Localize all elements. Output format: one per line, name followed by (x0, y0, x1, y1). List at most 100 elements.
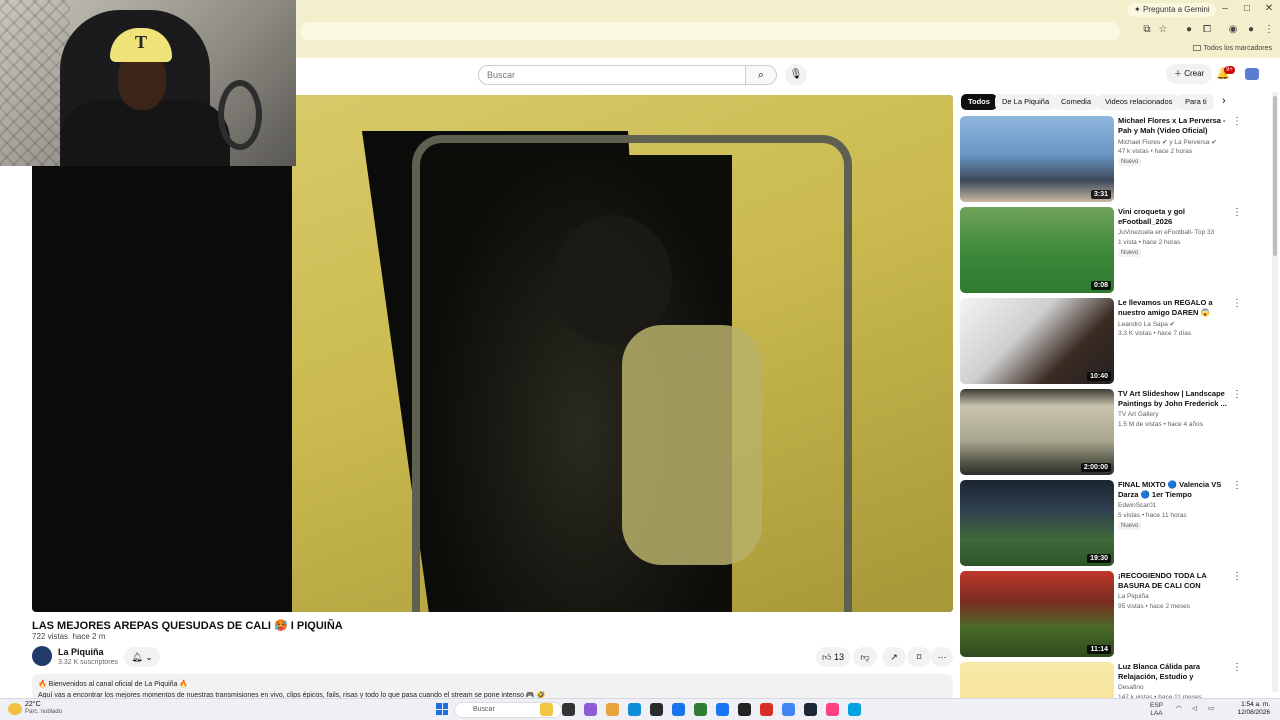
clock-time: 1:54 a. m. (1241, 701, 1270, 708)
taskbar-app-icon[interactable] (826, 703, 839, 716)
recommended-video[interactable]: 2:00:00 TV Art Slideshow | Landscape Pain… (960, 389, 1250, 477)
language-indicator[interactable]: ESP LAA (1150, 702, 1163, 718)
video-thumbnail[interactable]: 11:14 (960, 571, 1114, 657)
cast-icon[interactable]: ⧉ (1140, 24, 1154, 35)
taskbar-app-icon[interactable] (848, 703, 861, 716)
weather-icon[interactable] (8, 703, 22, 715)
extension-icon[interactable]: ● (1182, 24, 1196, 35)
recommended-video[interactable]: 10:40 Le llevamos un REGALO a nuestro ami… (960, 298, 1250, 386)
recommended-channel[interactable]: Desafino (1118, 684, 1144, 691)
more-vertical-icon[interactable]: ⋮ (1232, 480, 1242, 491)
more-vertical-icon[interactable]: ⋮ (1232, 298, 1242, 309)
more-vertical-icon[interactable]: ⋮ (1232, 662, 1242, 673)
recommended-video[interactable]: 19:30 FINAL MIXTO 🔵 Valencia VS Darza 🔵 1… (960, 480, 1250, 568)
taskbar-app-icon[interactable] (606, 703, 619, 716)
dislike-button[interactable]: 👎︎ (853, 647, 877, 667)
more-vertical-icon[interactable]: ⋮ (1232, 116, 1242, 127)
search-button[interactable]: ⌕ (745, 65, 777, 85)
chip-4[interactable]: Para ti (1178, 94, 1214, 110)
avatar[interactable]: ● (1244, 24, 1258, 35)
more-vertical-icon[interactable]: ⋮ (1232, 207, 1242, 218)
profile-icon[interactable]: ◉ (1226, 24, 1240, 35)
volume-icon[interactable]: ◁ (1192, 705, 1197, 713)
recommended-title[interactable]: FINAL MIXTO 🔵 Valencia VS Darza 🔵 1er Ti… (1118, 480, 1230, 500)
recommended-channel[interactable]: TV Art Gallery (1118, 411, 1158, 418)
chevron-right-icon[interactable]: › (1222, 95, 1226, 107)
recommended-channel[interactable]: Leandro La Sapa ✔ (1118, 320, 1175, 328)
recommended-title[interactable]: TV Art Slideshow | Landscape Paintings b… (1118, 389, 1230, 409)
minimize-button[interactable]: – (1218, 3, 1232, 14)
recommended-title[interactable]: Le llevamos un REGALO a nuestro amigo DA… (1118, 298, 1230, 318)
subscription-bell-button[interactable]: 🔔︎ ⌄ (124, 647, 160, 667)
chip-0[interactable]: Todos (961, 94, 997, 110)
description-line: 🔥 Bienvenidos al canal oficial de La Piq… (38, 681, 189, 688)
chip-2[interactable]: Comedia (1054, 94, 1099, 110)
taskbar-app-icon[interactable] (540, 703, 553, 716)
browser-menu-icon[interactable]: ⋮ (1262, 24, 1276, 35)
like-button[interactable]: 👍︎ 13 (816, 647, 850, 667)
video-thumbnail[interactable]: 2:00:00 (960, 389, 1114, 475)
maximize-button[interactable]: □ (1240, 3, 1254, 14)
more-vertical-icon[interactable]: ⋮ (1232, 389, 1242, 400)
video-thumbnail[interactable]: 19:30 (960, 480, 1114, 566)
microphone-icon: 🎙 (789, 69, 803, 80)
search-input[interactable] (478, 65, 746, 85)
recommended-stats: 47 k vistas • hace 2 horas (1118, 148, 1193, 155)
video-title: LAS MEJORES AREPAS QUESUDAS DE CALI 🥵 I … (32, 620, 343, 632)
close-window-button[interactable]: ✕ (1262, 3, 1276, 14)
video-thumbnail[interactable]: 3:31 (960, 116, 1114, 202)
chip-3[interactable]: Videos relacionados (1098, 94, 1180, 110)
bell-icon: 🔔︎ (131, 652, 143, 662)
address-bar[interactable] (300, 22, 1120, 40)
all-bookmarks-button[interactable]: Todos los marcadores (1192, 45, 1272, 52)
recommended-stats: 1 vista • hace 2 horas (1118, 239, 1181, 246)
taskbar-app-icon[interactable] (782, 703, 795, 716)
taskbar-app-icon[interactable] (672, 703, 685, 716)
recommended-video[interactable]: 11:14 ¡RECOGIENDO TODA LA BASURA DE CALI … (960, 571, 1250, 659)
recommended-video[interactable]: 0:08 Vini croqueta y gol eFootball_2026 Ju… (960, 207, 1250, 295)
scrollbar-thumb[interactable] (1273, 96, 1277, 256)
taskbar-app-icon[interactable] (584, 703, 597, 716)
recommended-video[interactable]: 3:31 Michael Flores x La Perversa - Pah y… (960, 116, 1250, 204)
video-player[interactable] (32, 95, 953, 612)
recommended-channel[interactable]: JuVinezuela en eFootball- Top 33 (1118, 229, 1214, 236)
start-button[interactable] (436, 703, 448, 715)
language-code: ESP (1150, 702, 1164, 709)
windows-taskbar: 22°C Parc. nublado ⌕ Buscar ESPLAA ◠ ◁ ▭… (0, 698, 1280, 720)
recommended-title[interactable]: Michael Flores x La Perversa - Pah y Mah… (1118, 116, 1230, 136)
more-vertical-icon[interactable]: ⋮ (1232, 571, 1242, 582)
taskbar-app-icon[interactable] (628, 703, 641, 716)
video-thumbnail[interactable]: 10:40 (960, 298, 1114, 384)
bookmark-star-icon[interactable]: ☆ (1156, 24, 1170, 35)
voice-search-button[interactable]: 🎙 (785, 64, 807, 86)
thumbs-up-icon: 👍︎ (822, 652, 832, 662)
taskbar-app-icon[interactable] (716, 703, 729, 716)
video-description[interactable]: 🔥 Bienvenidos al canal oficial de La Piq… (32, 674, 953, 700)
taskbar-clock[interactable]: 1:54 a. m. 12/08/2026 (1226, 701, 1270, 717)
taskbar-app-icon[interactable] (760, 703, 773, 716)
recommended-channel[interactable]: Michael Flores ✔ y La Perversa ✔ (1118, 138, 1217, 146)
recommended-title[interactable]: Luz Blanca Cálida para Relajación, Estud… (1118, 662, 1230, 682)
wifi-icon[interactable]: ◠ (1176, 705, 1182, 713)
puzzle-icon[interactable]: ⧠ (1200, 24, 1214, 35)
taskbar-app-icon[interactable] (738, 703, 751, 716)
save-button[interactable]: ⌑ (907, 647, 931, 667)
battery-icon[interactable]: ▭ (1208, 705, 1214, 713)
channel-name[interactable]: La Piquiña (58, 647, 104, 657)
recommended-title[interactable]: ¡RECOGIENDO TODA LA BASURA DE CALI CON I… (1118, 571, 1230, 591)
taskbar-app-icon[interactable] (650, 703, 663, 716)
recommended-channel[interactable]: La Piquiña (1118, 593, 1149, 600)
taskbar-app-icon[interactable] (804, 703, 817, 716)
create-button[interactable]: ＋ Crear (1166, 64, 1213, 84)
channel-avatar[interactable] (32, 646, 52, 666)
account-avatar[interactable] (1245, 68, 1259, 80)
ask-gemini-button[interactable]: ✦ Pregunta a Gemini (1128, 3, 1216, 17)
recommended-title[interactable]: Vini croqueta y gol eFootball_2026 (1118, 207, 1230, 227)
recommended-channel[interactable]: EdwinScar01 (1118, 502, 1156, 509)
taskbar-app-icon[interactable] (562, 703, 575, 716)
video-thumbnail[interactable]: 0:08 (960, 207, 1114, 293)
chip-1[interactable]: De La Piquiña (995, 94, 1057, 110)
share-button[interactable]: ↗ (882, 647, 906, 667)
taskbar-app-icon[interactable] (694, 703, 707, 716)
more-actions-button[interactable]: ⋯ (931, 647, 953, 667)
